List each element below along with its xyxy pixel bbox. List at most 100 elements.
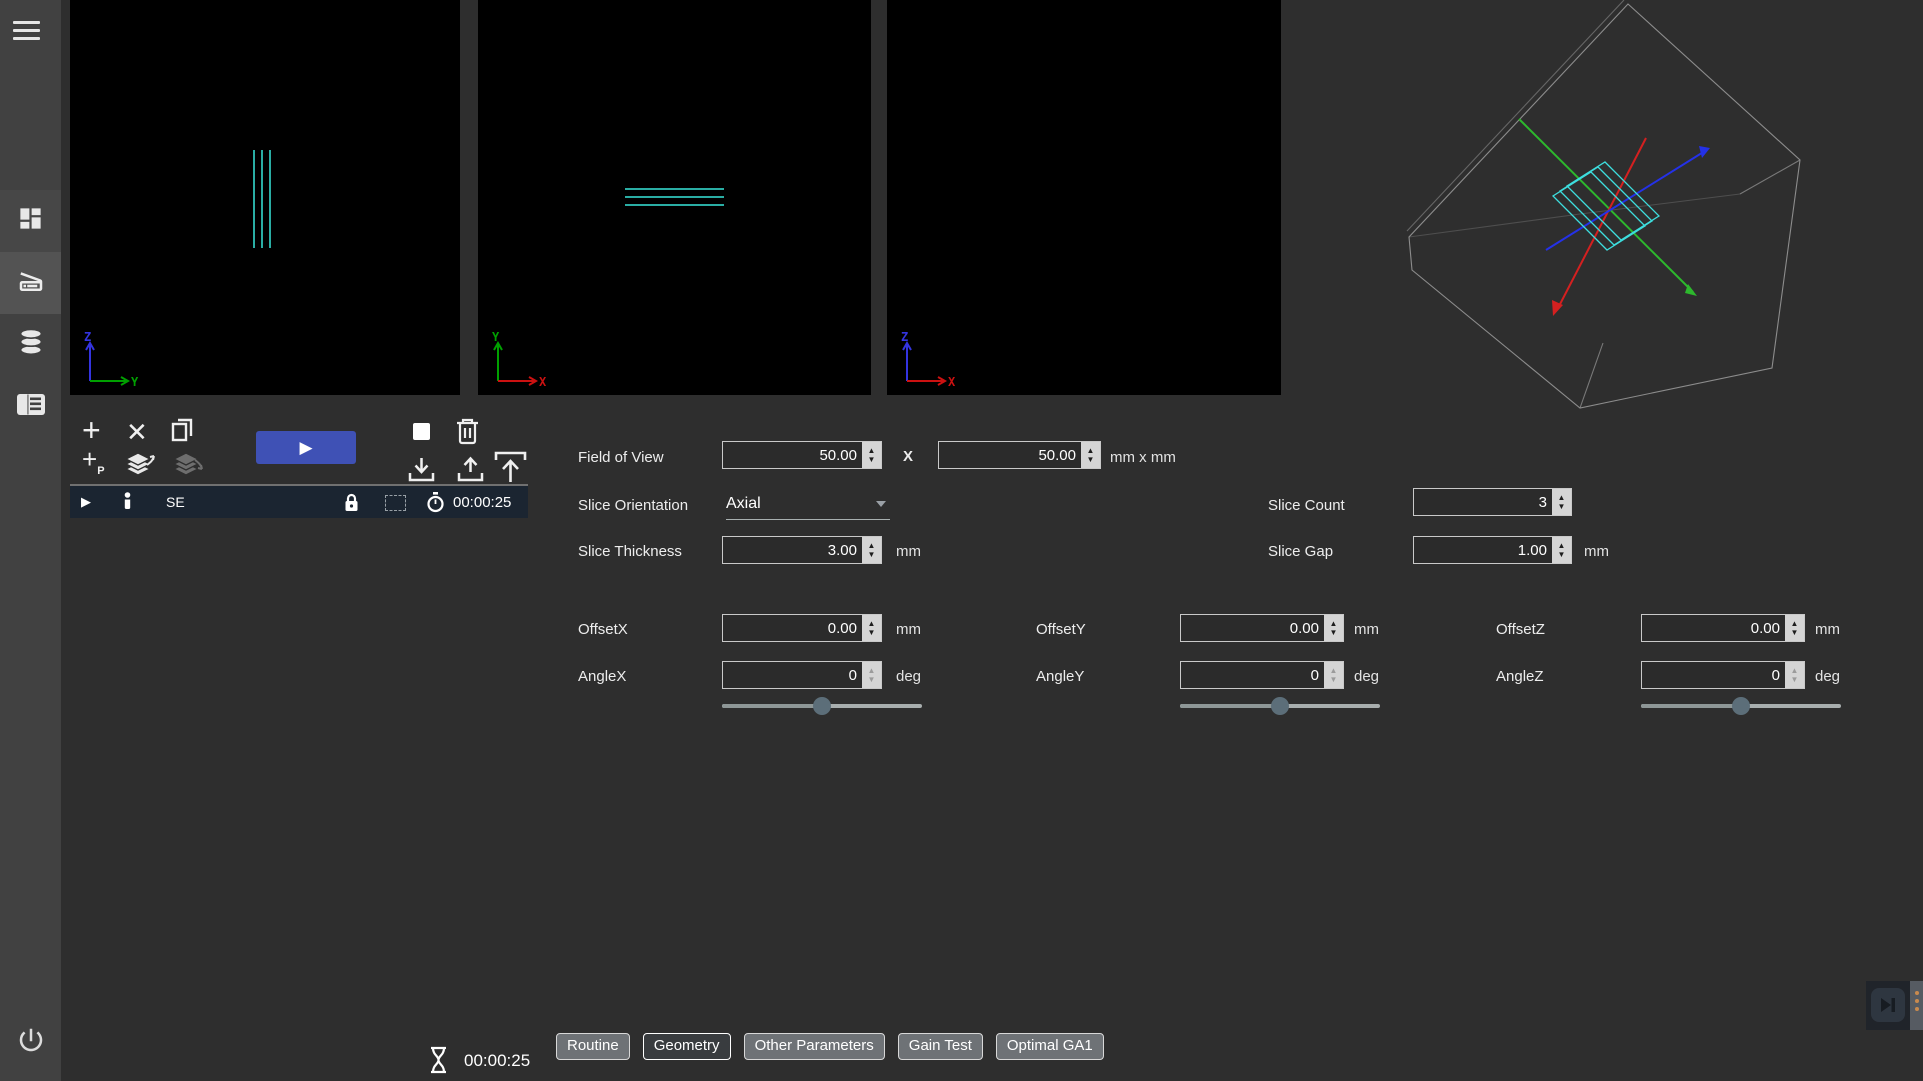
angle-y-unit: deg [1354,668,1379,685]
tab-routine[interactable]: Routine [556,1033,630,1060]
sequence-name: SE [166,494,185,510]
axis-label-horizontal: X [948,375,956,389]
offset-x-label: OffsetX [578,621,628,638]
viewport-sagittal[interactable]: Z Y [70,0,460,395]
database-icon [17,328,45,363]
hourglass-icon [429,1046,448,1079]
spinner[interactable] [1081,442,1100,468]
offset-y-label: OffsetY [1036,621,1086,638]
menu-icon[interactable] [13,21,41,43]
offset-x-input[interactable]: 0.00 [722,614,882,642]
slice-count-input[interactable]: 3 [1413,488,1572,516]
sidebar-item-dashboard[interactable] [0,190,61,252]
offset-y-unit: mm [1354,621,1379,638]
widget-logo-icon[interactable] [1871,988,1905,1022]
spinner[interactable] [862,615,881,641]
stop-button[interactable] [413,423,430,440]
angle-z-input[interactable]: 0 [1641,661,1805,689]
fov-y-input[interactable]: 50.00 [938,441,1101,469]
slice-orientation-select[interactable]: Axial [726,489,890,520]
spinner[interactable] [1324,662,1343,688]
viewport-axial[interactable]: Z X [887,0,1281,395]
angle-y-slider[interactable] [1180,697,1380,715]
slider-thumb[interactable] [1271,697,1289,715]
angle-z-label: AngleZ [1496,668,1544,685]
offset-z-label: OffsetZ [1496,621,1545,638]
layers-import-icon[interactable] [170,452,206,483]
sequence-play-icon[interactable]: ▶ [81,494,91,510]
axis-label-vertical: Z [901,331,908,344]
upload-top-icon[interactable] [492,450,529,488]
angle-x-unit: deg [896,668,921,685]
tab-other-parameters[interactable]: Other Parameters [744,1033,885,1060]
slice-thickness-unit: mm [896,543,921,560]
3d-scene [1290,0,1923,430]
tab-gain-test[interactable]: Gain Test [898,1033,983,1060]
download-icon[interactable] [406,456,437,487]
slice-gap-label: Slice Gap [1268,543,1333,560]
axis-label-vertical: Z [84,331,91,344]
sidebar-item-scanner[interactable] [0,252,61,314]
slice-count-label: Slice Count [1268,497,1345,514]
angle-z-slider[interactable] [1641,697,1841,715]
sidebar [0,0,61,1081]
play-icon: ▶ [299,438,312,458]
spinner[interactable] [1324,615,1343,641]
add-p-icon[interactable]: +P [82,446,105,477]
slice-orientation-label: Slice Orientation [578,497,688,514]
sequence-duration: 00:00:25 [453,494,511,511]
spinner[interactable] [862,537,881,563]
spinner[interactable] [1785,615,1804,641]
offset-x-unit: mm [896,621,921,638]
selection-box-icon[interactable] [385,495,406,511]
angle-x-label: AngleX [578,668,626,685]
spinner[interactable] [1552,489,1571,515]
slice-line [253,150,255,248]
spinner[interactable] [1785,662,1804,688]
play-button[interactable]: ▶ [256,431,356,464]
slice-gap-input[interactable]: 1.00 [1413,536,1572,564]
tab-optimal-ga1[interactable]: Optimal GA1 [996,1033,1104,1060]
slice-line [261,150,263,248]
angle-y-label: AngleY [1036,668,1084,685]
angle-z-unit: deg [1815,668,1840,685]
sidebar-item-database[interactable] [0,314,61,376]
slider-thumb[interactable] [1732,697,1750,715]
offset-y-input[interactable]: 0.00 [1180,614,1344,642]
offset-z-unit: mm [1815,621,1840,638]
layers-export-icon[interactable] [122,452,158,483]
dashboard-icon [17,205,44,237]
slice-thickness-input[interactable]: 3.00 [722,536,882,564]
records-icon [16,393,46,421]
angle-x-input[interactable]: 0 [722,661,882,689]
upload-icon[interactable] [455,456,486,487]
floating-widget [1866,981,1923,1030]
viewport-coronal[interactable]: Y X [478,0,871,395]
sidebar-item-records[interactable] [0,376,61,438]
slice-line [269,150,271,248]
close-icon[interactable]: ✕ [126,419,148,445]
angle-y-input[interactable]: 0 [1180,661,1344,689]
offset-z-input[interactable]: 0.00 [1641,614,1805,642]
tab-geometry[interactable]: Geometry [643,1033,731,1060]
spinner[interactable] [862,442,881,468]
slice-thickness-label: Slice Thickness [578,543,682,560]
spinner[interactable] [862,662,881,688]
spinner[interactable] [1552,537,1571,563]
viewport-3d[interactable] [1290,0,1923,430]
power-button[interactable] [0,1012,61,1072]
angle-x-slider[interactable] [722,697,922,715]
fov-separator: X [903,448,913,465]
slice-line [625,196,724,198]
trash-icon[interactable] [455,417,480,449]
copy-icon[interactable] [168,415,196,447]
widget-strip [1910,981,1923,1030]
person-icon [122,492,133,517]
add-icon[interactable]: + [82,414,101,446]
power-icon [16,1025,46,1060]
sequence-row[interactable]: ▶ SE 00:00:25 [70,484,528,518]
chevron-down-icon [876,501,886,507]
fov-unit: mm x mm [1110,449,1176,466]
slider-thumb[interactable] [813,697,831,715]
fov-x-input[interactable]: 50.00 [722,441,882,469]
